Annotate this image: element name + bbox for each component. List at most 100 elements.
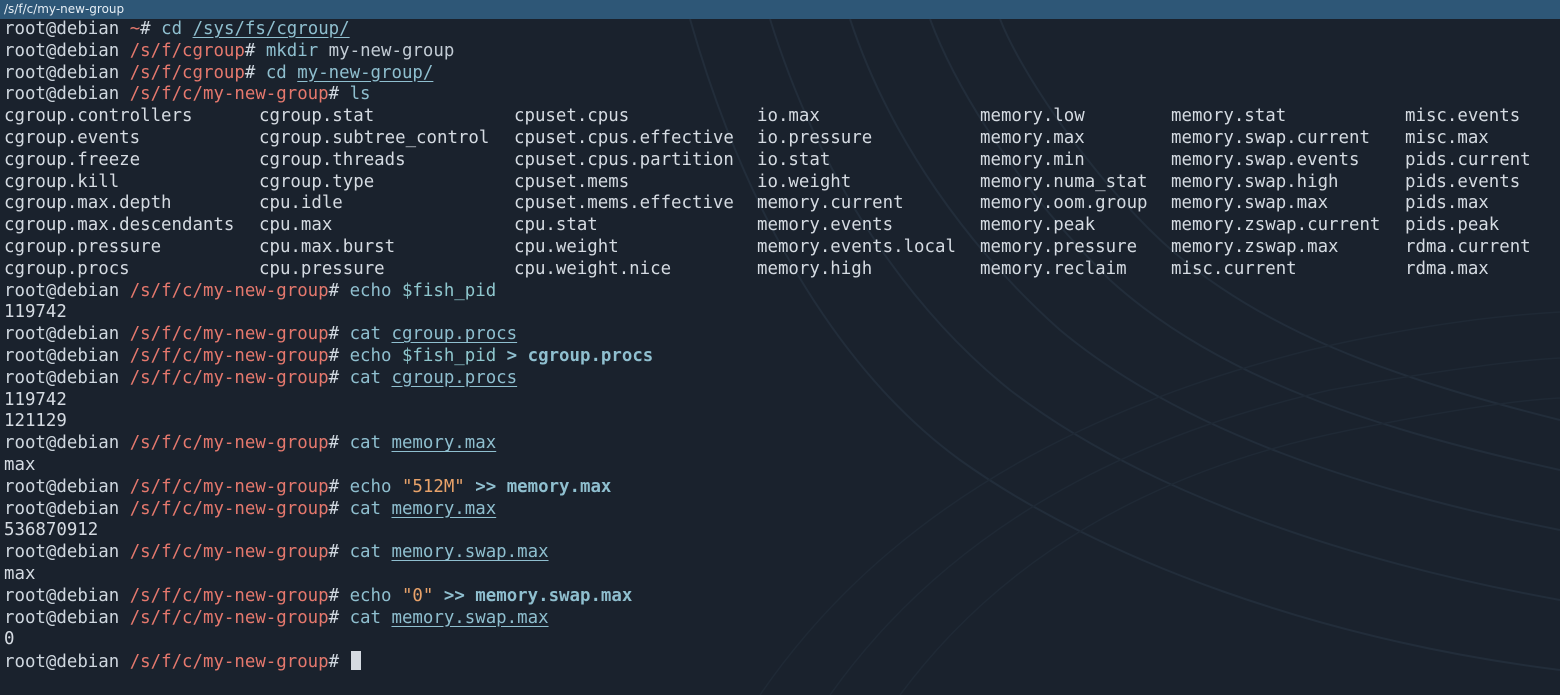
command-name: ls [350,84,371,104]
prompt-line: root@debian /s/f/cgroup# mkdir my-new-gr… [4,41,1556,63]
path-link[interactable]: /sys/fs/cgroup/ [193,19,350,39]
command-name: cd [266,63,287,83]
variable: $fish_pid [402,346,496,366]
prompt-user: root [4,41,46,61]
variable: $fish_pid [402,281,496,301]
prompt-line: root@debian /s/f/c/my-new-group# cat mem… [4,433,1556,455]
ls-entry: cpu.weight.nice [514,259,671,281]
prompt-hash: # [329,324,350,344]
ls-entry: cpu.stat [514,215,598,237]
prompt-host: debian [56,41,119,61]
path-link[interactable]: memory.max [391,433,496,453]
prompt-user: root [4,281,46,301]
prompt-at: @ [46,63,56,83]
prompt-line: root@debian /s/f/c/my-new-group# cat cgr… [4,324,1556,346]
prompt-host: debian [56,542,119,562]
prompt-cwd: /s/f/c/my-new-group [130,324,329,344]
prompt-hash: # [245,63,266,83]
prompt-user: root [4,346,46,366]
command-output: 119742 [4,302,1556,324]
ls-entry: memory.oom.group [980,193,1148,215]
path-link[interactable]: memory.swap.max [391,608,548,628]
ls-entry: cgroup.freeze [4,150,140,172]
prompt-hash: # [329,433,350,453]
ls-entry: memory.high [757,259,872,281]
ls-entry: pids.current [1405,150,1531,172]
prompt-cwd: /s/f/c/my-new-group [130,586,329,606]
prompt-host: debian [56,19,119,39]
prompt-hash: # [329,368,350,388]
prompt-at: @ [46,41,56,61]
prompt-cwd: /s/f/c/my-new-group [130,652,329,672]
ls-entry: memory.stat [1171,106,1286,128]
command-output: 119742 [4,390,1556,412]
prompt-line: root@debian /s/f/c/my-new-group# ls [4,84,1556,106]
ls-entry: io.max [757,106,820,128]
ls-entry: cpuset.cpus [514,106,629,128]
terminal-output[interactable]: root@debian ~# cd /sys/fs/cgroup/root@de… [4,19,1556,691]
prompt-hash: # [329,499,350,519]
prompt-cwd: /s/f/c/my-new-group [130,542,329,562]
prompt-hash: # [245,41,266,61]
prompt-cwd: /s/f/c/my-new-group [130,477,329,497]
prompt-host: debian [56,346,119,366]
ls-entry: memory.events [757,215,893,237]
prompt-cwd: /s/f/c/my-new-group [130,84,329,104]
prompt-at: @ [46,608,56,628]
prompt-host: debian [56,368,119,388]
ls-entry: memory.events.local [757,237,956,259]
command-output: 536870912 [4,520,1556,542]
ls-entry: memory.zswap.current [1171,215,1380,237]
command-name: cat [350,542,381,562]
prompt-line: root@debian /s/f/c/my-new-group# [4,651,1556,673]
prompt-user: root [4,586,46,606]
command-name: echo [350,586,392,606]
prompt-hash: # [140,19,161,39]
redirect-target: > [507,346,517,366]
window-title: /s/f/c/my-new-group [4,2,124,16]
ls-row: cgroup.freezecgroup.threadscpuset.cpus.p… [4,150,1556,172]
ls-entry: cgroup.pressure [4,237,161,259]
prompt-user: root [4,84,46,104]
ls-entry: cgroup.controllers [4,106,192,128]
prompt-cwd: /s/f/c/my-new-group [130,281,329,301]
command-name: cat [350,324,381,344]
prompt-line: root@debian /s/f/c/my-new-group# echo "5… [4,477,1556,499]
ls-entry: memory.min [980,150,1085,172]
path-link[interactable]: my-new-group/ [297,63,433,83]
prompt-at: @ [46,368,56,388]
ls-entry: memory.numa_stat [980,172,1148,194]
ls-entry: cgroup.max.depth [4,193,172,215]
ls-entry: memory.pressure [980,237,1137,259]
prompt-line: root@debian ~# cd /sys/fs/cgroup/ [4,19,1556,41]
prompt-hash: # [329,477,350,497]
prompt-user: root [4,477,46,497]
path-link[interactable]: cgroup.procs [391,324,517,344]
ls-entry: cpu.idle [259,193,343,215]
ls-entry: memory.swap.max [1171,193,1328,215]
ls-entry: memory.current [757,193,904,215]
path-link[interactable]: memory.max [391,499,496,519]
prompt-hash: # [329,608,350,628]
prompt-host: debian [56,84,119,104]
ls-entry: cpuset.mems [514,172,629,194]
prompt-cwd: /s/f/c/my-new-group [130,499,329,519]
ls-entry: memory.swap.current [1171,128,1370,150]
prompt-cwd: ~ [130,19,140,39]
ls-entry: cpuset.mems.effective [514,193,734,215]
path-link[interactable]: memory.swap.max [391,542,548,562]
ls-entry: cgroup.subtree_control [259,128,489,150]
redirect-target: >> [475,477,496,497]
prompt-host: debian [56,324,119,344]
redirect-target: >> [444,586,465,606]
ls-entry: cgroup.kill [4,172,119,194]
prompt-at: @ [46,499,56,519]
prompt-host: debian [56,608,119,628]
prompt-line: root@debian /s/f/c/my-new-group# cat mem… [4,608,1556,630]
prompt-line: root@debian /s/f/cgroup# cd my-new-group… [4,63,1556,85]
path-link[interactable]: cgroup.procs [391,368,517,388]
ls-entry: memory.peak [980,215,1095,237]
ls-entry: memory.max [980,128,1085,150]
prompt-host: debian [56,477,119,497]
ls-entry: cpu.weight [514,237,619,259]
